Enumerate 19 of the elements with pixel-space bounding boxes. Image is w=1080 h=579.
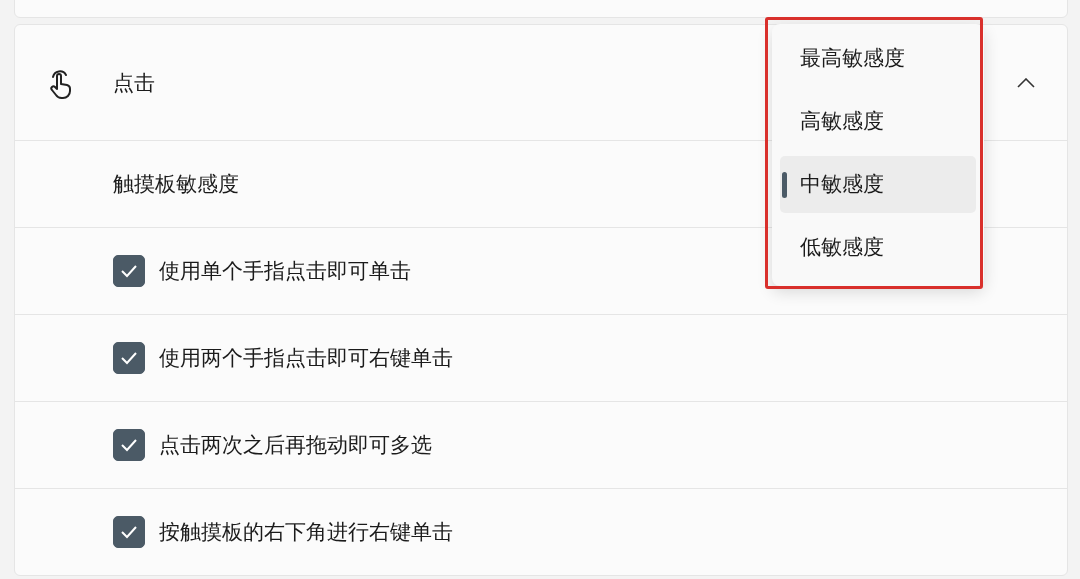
checkmark-icon <box>120 438 138 452</box>
setting-label: 触摸板敏感度 <box>113 171 239 198</box>
checkmark-icon <box>120 351 138 365</box>
section-title: 点击 <box>113 69 156 97</box>
chevron-icon[interactable] <box>1017 77 1035 88</box>
menu-item[interactable]: 最高敏感度 <box>780 30 976 87</box>
checkbox[interactable] <box>113 342 145 374</box>
menu-item[interactable]: 中敏感度 <box>780 156 976 213</box>
menu-item[interactable]: 低敏感度 <box>780 219 976 276</box>
checkbox[interactable] <box>113 516 145 548</box>
checkbox-label: 使用单个手指点击即可单击 <box>159 258 411 285</box>
checkmark-icon <box>120 525 138 539</box>
checkbox-label: 按触摸板的右下角进行右键单击 <box>159 519 453 546</box>
checkbox[interactable] <box>113 255 145 287</box>
checkbox-label: 点击两次之后再拖动即可多选 <box>159 432 432 459</box>
menu-item[interactable]: 高敏感度 <box>780 93 976 150</box>
checkmark-icon <box>120 264 138 278</box>
checkbox[interactable] <box>113 429 145 461</box>
checkbox-label: 使用两个手指点击即可右键单击 <box>159 345 453 372</box>
